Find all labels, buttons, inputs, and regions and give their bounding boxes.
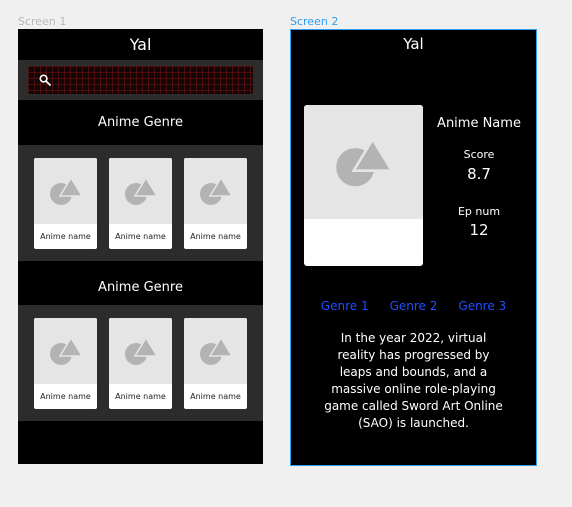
frame-label-screen-1[interactable]: Screen 1: [18, 15, 66, 28]
image-placeholder-icon: [109, 317, 172, 384]
image-placeholder-icon: [304, 105, 423, 219]
anime-poster: [304, 105, 423, 266]
genre-link-3[interactable]: Genre 3: [458, 299, 506, 313]
anime-card[interactable]: Anime name: [34, 317, 97, 409]
genre-links: Genre 1 Genre 2 Genre 3: [291, 299, 536, 313]
anime-card-title: Anime name: [40, 231, 91, 241]
app-title: Yal: [129, 35, 152, 54]
anime-card-title: Anime name: [115, 391, 166, 401]
anime-card[interactable]: Anime name: [109, 317, 172, 409]
image-placeholder-icon: [184, 157, 247, 224]
screen-2-frame[interactable]: Yal Anime Name Score 8.7 Ep num 12 Genre…: [290, 29, 537, 466]
search-input[interactable]: [28, 66, 253, 94]
frame-label-screen-2[interactable]: Screen 2: [290, 15, 338, 28]
score-label: Score: [463, 148, 495, 161]
screen-1-frame[interactable]: Yal Anime Genre Anime name Anime name An…: [18, 29, 263, 464]
anime-card-title: Anime name: [190, 391, 241, 401]
image-placeholder-icon: [184, 317, 247, 384]
app-title: Yal: [403, 35, 424, 53]
anime-card[interactable]: Anime name: [184, 317, 247, 409]
genre-link-2[interactable]: Genre 2: [390, 299, 438, 313]
anime-card[interactable]: Anime name: [109, 157, 172, 249]
search-bar-container: [18, 60, 263, 100]
genre-section-title: Anime Genre: [98, 115, 183, 130]
anime-name: Anime Name: [437, 116, 521, 131]
genre-link-1[interactable]: Genre 1: [321, 299, 369, 313]
image-placeholder-icon: [109, 157, 172, 224]
anime-card-title: Anime name: [115, 231, 166, 241]
episode-count-label: Ep num: [457, 205, 501, 218]
anime-card[interactable]: Anime name: [184, 157, 247, 249]
image-placeholder-icon: [34, 317, 97, 384]
anime-card-row: Anime name Anime name Anime name: [18, 145, 263, 261]
anime-card-row: Anime name Anime name Anime name: [18, 305, 263, 421]
search-icon: [39, 74, 51, 86]
anime-card[interactable]: Anime name: [34, 157, 97, 249]
anime-description: In the year 2022, virtual reality has pr…: [324, 331, 503, 430]
anime-card-title: Anime name: [40, 391, 91, 401]
episode-count-value: 12: [469, 221, 489, 239]
score-value: 8.7: [467, 165, 491, 183]
anime-card-title: Anime name: [190, 231, 241, 241]
image-placeholder-icon: [34, 157, 97, 224]
genre-section-title: Anime Genre: [98, 280, 183, 295]
